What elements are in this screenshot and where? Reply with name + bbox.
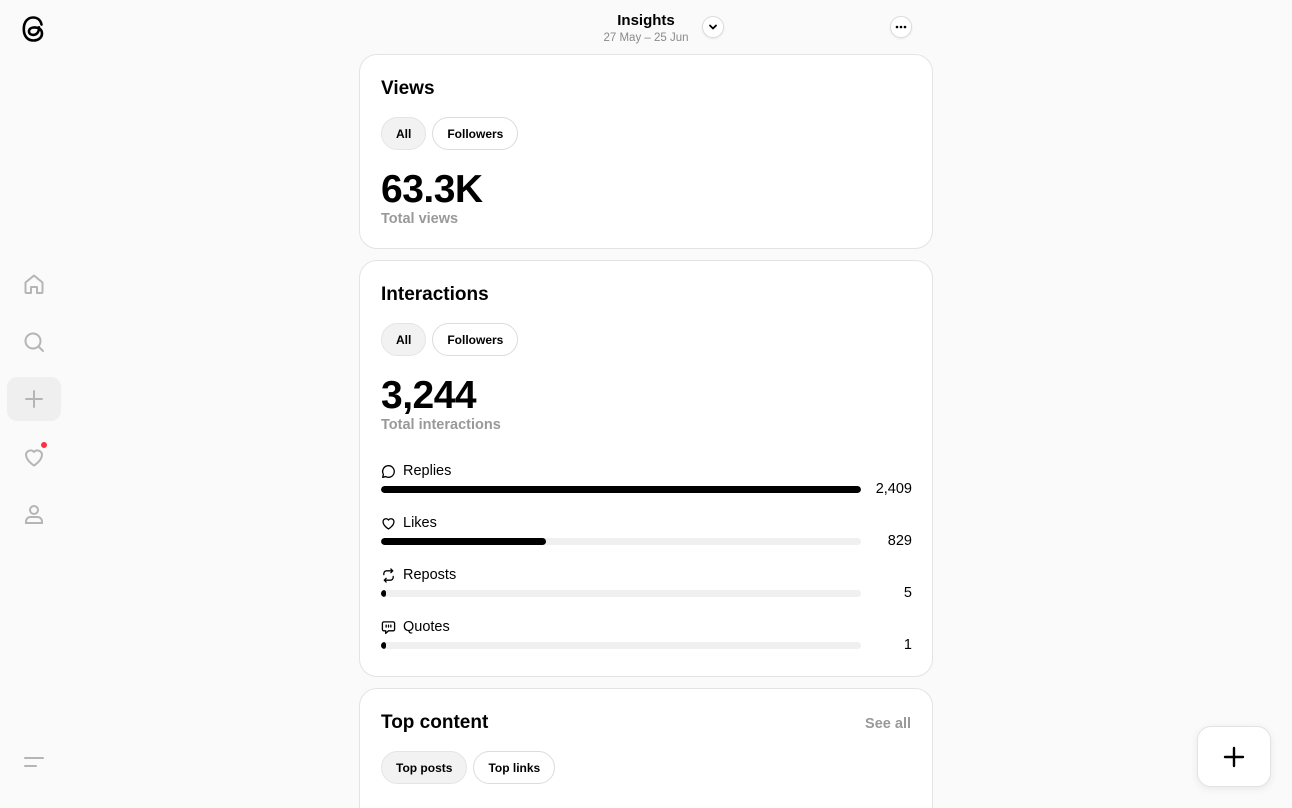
top-content-filter-top-links[interactable]: Top links [473,751,556,784]
sidebar-item-home[interactable] [7,262,61,306]
metric-label: Quotes [403,619,450,635]
chevron-down-icon [709,24,717,30]
see-all-link[interactable]: See all [865,716,911,732]
menu-button[interactable] [16,748,52,776]
plus-icon [25,390,43,408]
metric-replies: Replies 2,409 [381,463,912,503]
views-filter-all[interactable]: All [381,117,427,150]
repost-icon [383,567,394,583]
metric-likes: Likes 829 [381,515,912,555]
metric-reposts: Reposts 5 [381,567,912,607]
metric-bar-fill [381,642,386,649]
views-card: Views All Followers 63.3K Total views [359,54,933,249]
plus-icon [1223,746,1245,767]
create-post-button[interactable] [1197,726,1271,787]
total-interactions-value: 3,244 [381,374,477,417]
top-content-card: Top content See all Top posts Top links [359,688,933,808]
sidebar-nav [7,262,61,550]
interactions-card: Interactions All Followers 3,244 Total i… [359,260,933,677]
sidebar-item-activity[interactable] [7,435,61,479]
interactions-title: Interactions [381,284,489,305]
metric-bar-fill [381,486,861,493]
date-range-dropdown-button[interactable] [702,16,724,38]
metric-label: Replies [403,463,452,479]
home-icon [24,274,44,294]
top-content-title: Top content [381,712,489,733]
person-icon [25,505,43,524]
metric-bar-fill [381,538,547,545]
metric-bar-track [381,642,861,649]
metric-label: Likes [403,515,437,531]
interactions-filter-all[interactable]: All [381,323,427,356]
metric-label: Reposts [403,567,457,583]
metric-bar-track [381,538,861,545]
menu-icon [24,757,44,767]
sidebar-item-profile[interactable] [7,492,61,536]
threads-logo-icon[interactable] [18,12,50,46]
sidebar-item-search[interactable] [7,320,61,364]
metric-value: 1 [903,637,912,653]
views-filter-pills: All Followers [381,117,519,150]
more-horizontal-icon [895,25,907,29]
more-options-button[interactable] [890,16,912,38]
metric-bar-track [381,590,861,597]
quote-icon [381,620,396,634]
app-root: Insights 27 May – 25 Jun Views All Follo… [0,0,1292,808]
search-icon [24,332,44,352]
top-content-filter-pills: Top posts Top links [381,751,556,784]
total-interactions-label: Total interactions [381,417,501,433]
views-title: Views [381,78,435,99]
interactions-filter-pills: All Followers [381,323,519,356]
metric-bar-track [381,486,861,493]
metric-bar-fill [381,590,386,597]
reply-icon [382,464,395,478]
metric-quotes: Quotes 1 [381,619,912,659]
views-filter-followers[interactable]: Followers [432,117,519,150]
top-content-filter-top-posts[interactable]: Top posts [381,751,468,784]
total-views-label: Total views [381,211,459,227]
sidebar-item-create[interactable] [7,377,61,421]
notification-dot [40,440,48,449]
heart-icon [382,517,395,530]
metric-value: 829 [887,533,912,549]
total-views-value: 63.3K [381,168,483,211]
metric-value: 2,409 [875,481,912,497]
interactions-filter-followers[interactable]: Followers [432,323,519,356]
metric-value: 5 [903,585,912,601]
